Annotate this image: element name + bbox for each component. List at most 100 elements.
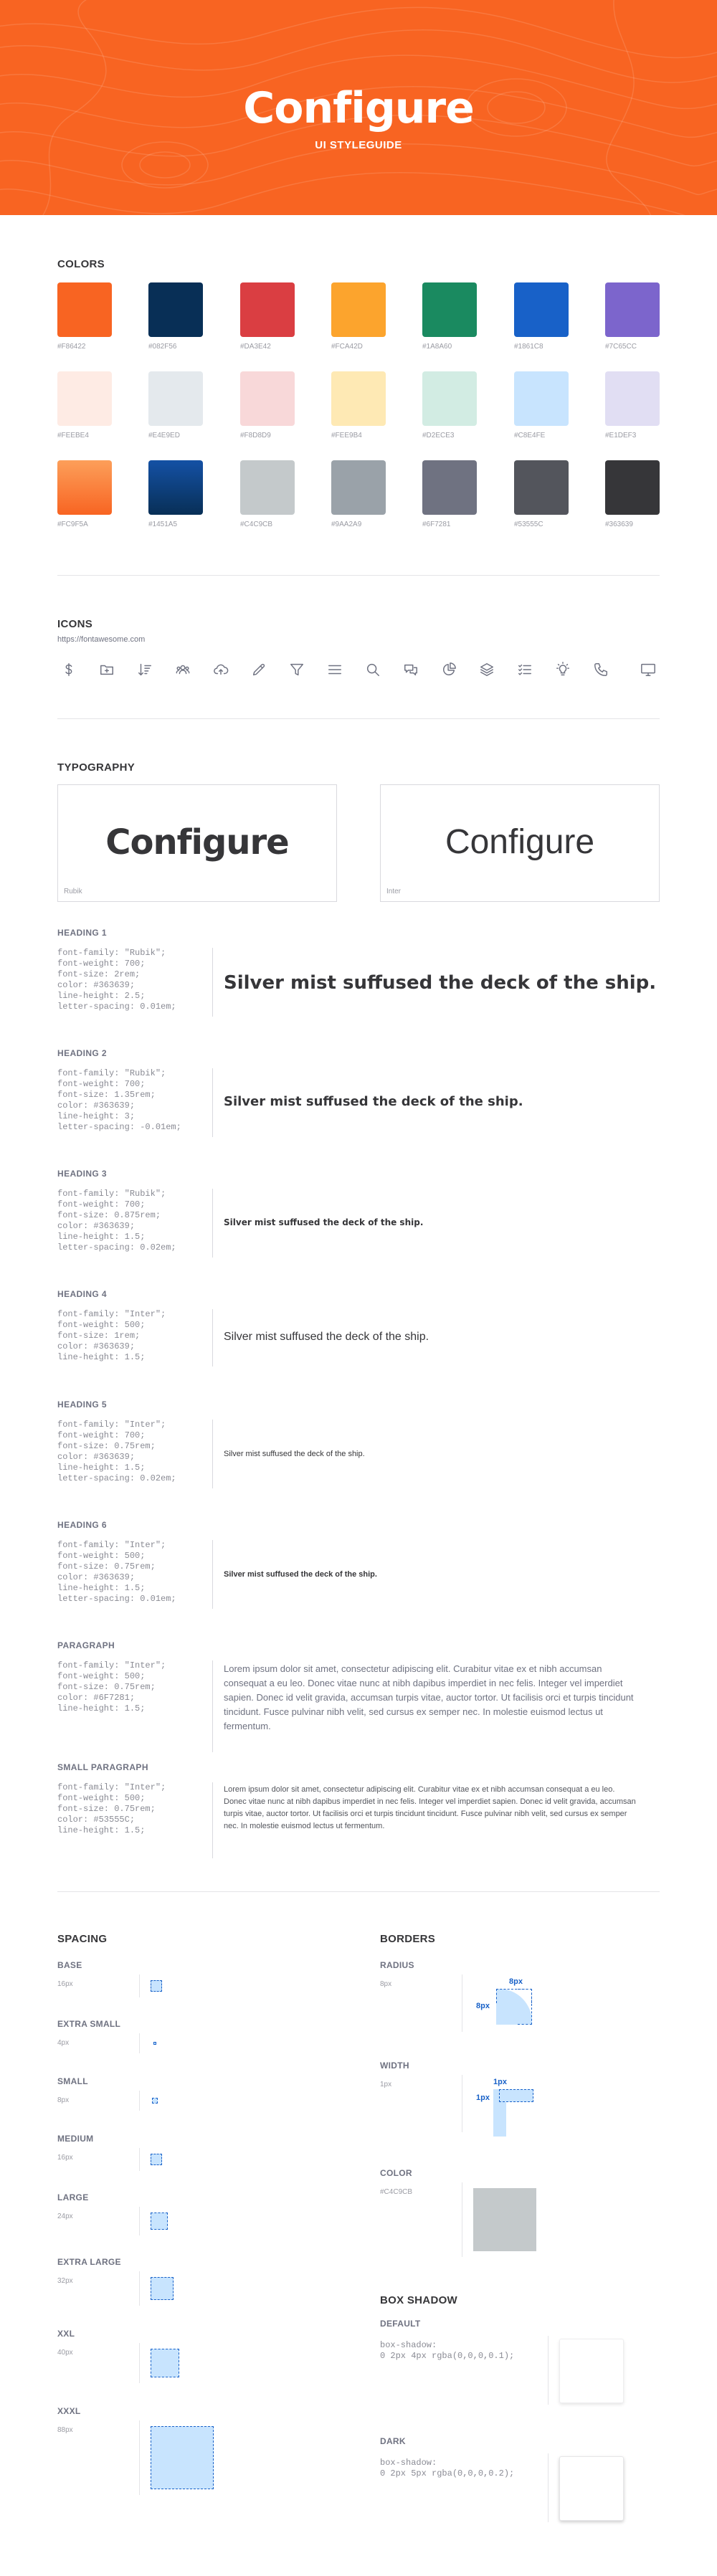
color-swatch: #7C65CC (605, 282, 660, 351)
color-hex-label: #DA3E42 (240, 343, 271, 351)
type-sample-heading-6: Silver mist suffused the deck of the shi… (224, 1570, 377, 1579)
color-swatch: #9AA2A9 (331, 460, 386, 528)
type-style-code: font-family: "Inter"; font-weight: 500; … (57, 1309, 166, 1362)
page-title: Configure (243, 83, 475, 133)
cloud-upload-icon (211, 660, 231, 680)
type-style-small-paragraph: SMALL PARAGRAPH font-family: "Inter"; fo… (57, 1762, 660, 1870)
shadow-name: DEFAULT (380, 2319, 421, 2329)
spacing-swatch (152, 2098, 158, 2104)
type-style-name: HEADING 3 (57, 1169, 107, 1179)
layer-group-icon (477, 660, 497, 680)
divider (139, 2033, 140, 2053)
color-swatch: #363639 (605, 460, 660, 528)
type-style-name: SMALL PARAGRAPH (57, 1762, 148, 1772)
shadow-default: DEFAULT box-shadow: 0 2px 4px rgba(0,0,0… (380, 2319, 624, 2405)
spacing-swatch (151, 2154, 162, 2165)
spacing-value: 24px (57, 2213, 73, 2220)
color-hex-label: #7C65CC (605, 343, 637, 351)
divider (139, 2420, 140, 2495)
color-swatch: #FC9F5A (57, 460, 112, 528)
icons-source-link[interactable]: https://fontawesome.com (57, 635, 145, 644)
spacing-extra-small: EXTRA SMALL 4px (57, 2019, 156, 2053)
spacing-name: LARGE (57, 2192, 89, 2202)
spacing-value: 88px (57, 2426, 73, 2434)
spacing-swatch (151, 2213, 168, 2230)
color-chip (514, 282, 569, 337)
divider (212, 1420, 213, 1488)
search-icon (363, 660, 383, 680)
font-sample-rubik: Configure (105, 822, 289, 862)
color-hex-label: #1861C8 (514, 343, 543, 351)
type-sample-small-paragraph: Lorem ipsum dolor sit amet, consectetur … (224, 1785, 636, 1830)
type-style-name: HEADING 6 (57, 1520, 107, 1530)
color-chip (331, 371, 386, 426)
list-check-icon (515, 660, 535, 680)
color-hex-label: #1A8A60 (422, 343, 452, 351)
sort-amount-icon (135, 660, 155, 680)
color-chip (422, 371, 477, 426)
type-sample-heading-3: Silver mist suffused the deck of the shi… (224, 1217, 424, 1227)
color-chip (148, 460, 203, 515)
color-swatch: #082F56 (148, 282, 203, 351)
color-chip (57, 282, 112, 337)
color-chip (148, 282, 203, 337)
radius-label: 8px (476, 2002, 490, 2010)
shadow-name: DARK (380, 2436, 406, 2446)
color-chip (514, 460, 569, 515)
radius-label: 8px (509, 1977, 523, 1986)
divider (548, 2336, 549, 2405)
color-chip (331, 460, 386, 515)
spacing-section: SPACING BASE 16px EXTRA SMALL 4px SMALL … (57, 1933, 344, 2506)
spacing-small: SMALL 8px (57, 2076, 158, 2111)
color-hex-label: #1451A5 (148, 521, 178, 528)
section-title-borders: BORDERS (380, 1933, 436, 1945)
border-name: WIDTH (380, 2061, 409, 2071)
shadow-swatch-default (559, 2339, 624, 2403)
spacing-name: EXTRA SMALL (57, 2019, 121, 2029)
color-swatch: #FCA42D (331, 282, 386, 351)
bars-icon (325, 660, 345, 680)
color-chip (422, 282, 477, 337)
spacing-large: LARGE 24px (57, 2192, 168, 2235)
color-hex-label: #082F56 (148, 343, 177, 351)
width-guide (499, 2089, 533, 2102)
type-sample-heading-5: Silver mist suffused the deck of the shi… (224, 1450, 365, 1458)
section-title-typography: TYPOGRAPHY (57, 761, 136, 774)
type-style-heading-2: HEADING 2 font-family: "Rubik"; font-wei… (57, 1048, 660, 1149)
type-style-name: HEADING 5 (57, 1399, 107, 1410)
spacing-swatch (151, 2349, 179, 2377)
color-swatch (473, 2188, 536, 2251)
borders-section: BORDERS RADIUS 8px 8px 8px WIDTH 1px 1px… (380, 1933, 660, 2257)
shadow-code: box-shadow: 0 2px 5px rgba(0,0,0,0.2); (380, 2458, 515, 2478)
spacing-medium: MEDIUM 16px (57, 2134, 162, 2171)
section-title-colors: COLORS (57, 258, 105, 270)
comments-icon (401, 660, 421, 680)
desktop-icon (638, 660, 658, 680)
color-hex-label: #C4C9CB (240, 521, 273, 528)
divider (139, 2148, 140, 2171)
border-radius: RADIUS 8px 8px 8px (380, 1960, 532, 2032)
color-chip (240, 460, 295, 515)
type-style-paragraph: PARAGRAPH font-family: "Inter"; font-wei… (57, 1640, 660, 1755)
type-style-heading-6: HEADING 6 font-family: "Inter"; font-wei… (57, 1520, 660, 1620)
border-name: RADIUS (380, 1960, 414, 1970)
divider (212, 1660, 213, 1752)
color-swatch: #1A8A60 (422, 282, 477, 351)
font-card-rubik: Configure Rubik (57, 784, 337, 902)
shadow-dark: DARK box-shadow: 0 2px 5px rgba(0,0,0,0.… (380, 2436, 624, 2522)
divider (57, 718, 660, 719)
border-name: COLOR (380, 2168, 412, 2178)
color-chip (57, 371, 112, 426)
border-color: COLOR #C4C9CB (380, 2168, 536, 2257)
divider (57, 575, 660, 576)
font-caption-inter: Inter (386, 888, 402, 895)
color-hex-label: #53555C (514, 521, 543, 528)
spacing-swatch (151, 2426, 214, 2489)
section-title-box-shadow: BOX SHADOW (380, 2294, 457, 2306)
type-style-heading-5: HEADING 5 font-family: "Inter"; font-wei… (57, 1399, 660, 1500)
type-style-code: font-family: "Inter"; font-weight: 500; … (57, 1660, 166, 1714)
divider (212, 1540, 213, 1609)
color-hex-label: #FC9F5A (57, 521, 88, 528)
section-title-spacing: SPACING (57, 1933, 108, 1945)
filter-icon (287, 660, 307, 680)
